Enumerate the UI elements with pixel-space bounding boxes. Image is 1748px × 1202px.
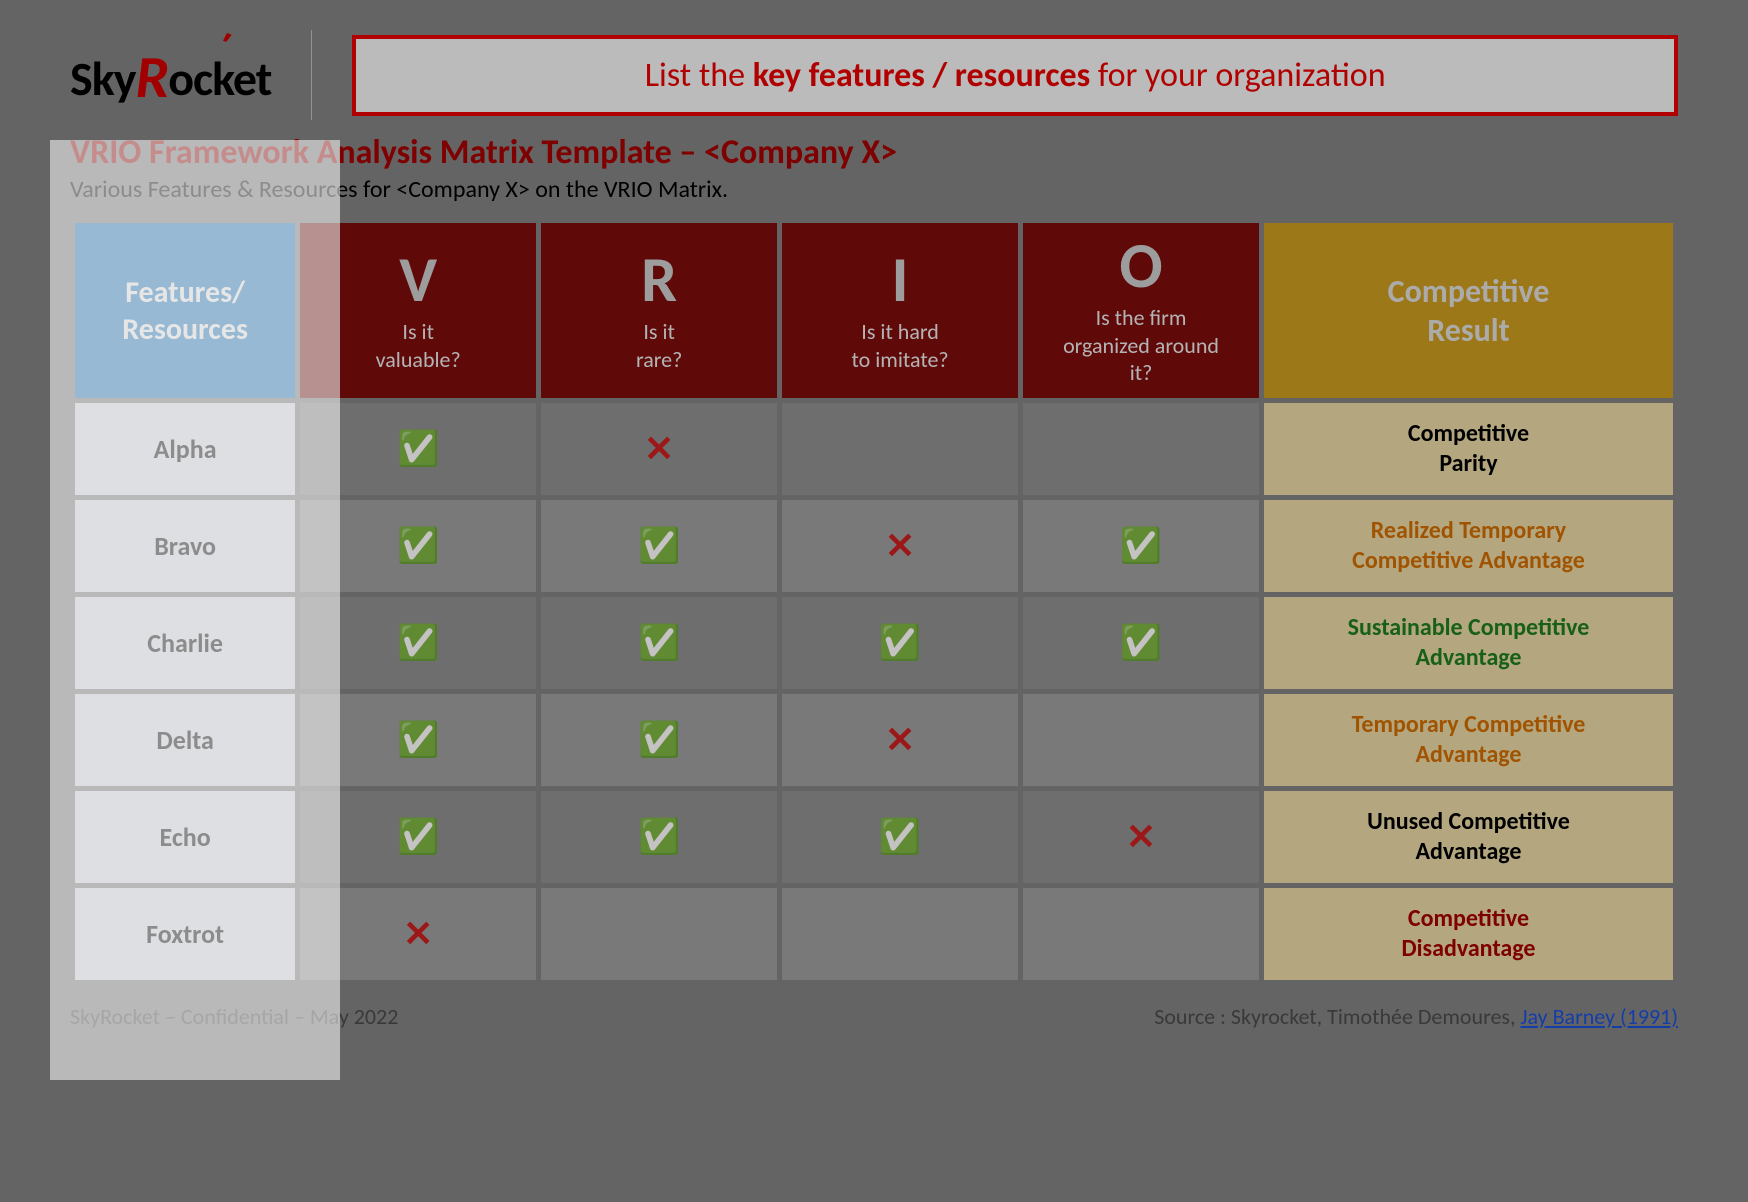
- col-i-letter: I: [790, 248, 1010, 312]
- check-icon: ✅: [1120, 623, 1162, 664]
- col-o-letter: O: [1031, 234, 1251, 298]
- vrio-table: Features/ Resources V Is it valuable? R Is…: [70, 218, 1678, 985]
- check-icon: ✅: [638, 526, 680, 567]
- check-icon: ✅: [397, 623, 439, 664]
- cell-v: ✅: [300, 597, 536, 689]
- check-icon: ✅: [879, 623, 921, 664]
- cell-r: [541, 888, 777, 980]
- cell-i: ✕: [782, 500, 1018, 592]
- col-v-letter: V: [308, 248, 528, 312]
- check-icon: ✅: [879, 817, 921, 858]
- cell-r: ✅: [541, 597, 777, 689]
- cell-i: ✕: [782, 694, 1018, 786]
- footer-source-link[interactable]: Jay Barney (1991): [1521, 1003, 1679, 1030]
- row-label: Delta: [75, 694, 295, 786]
- cell-r: ✕: [541, 403, 777, 495]
- col-v: V Is it valuable?: [300, 223, 536, 398]
- check-icon: ✅: [397, 817, 439, 858]
- cell-result: Temporary Competitive Advantage: [1264, 694, 1673, 786]
- table-header-row: Features/ Resources V Is it valuable? R Is…: [75, 223, 1673, 398]
- cross-icon: ✕: [885, 718, 915, 762]
- brand-r: R: [135, 41, 168, 114]
- cell-result: Competitive Parity: [1264, 403, 1673, 495]
- col-result: Competitive Result: [1264, 223, 1673, 398]
- cell-result: Competitive Disadvantage: [1264, 888, 1673, 980]
- check-icon: ✅: [397, 429, 439, 470]
- table-row: Delta ✅ ✅ ✕ Temporary Competitive Advantage: [75, 694, 1673, 786]
- footer-right: Source : Skyrocket, Timothée Demoures, J…: [1154, 1003, 1678, 1030]
- table-row: Echo ✅ ✅ ✅ ✕ Unused Competitive Advantage: [75, 791, 1673, 883]
- instruction-callout: List the key features / resources for yo…: [352, 35, 1678, 116]
- col-v-question: Is it valuable?: [376, 318, 461, 373]
- callout-suffix: for your organization: [1090, 55, 1385, 96]
- col-r-letter: R: [549, 248, 769, 312]
- brand-logo: ′ SkyRocket: [70, 39, 271, 112]
- cell-v: ✅: [300, 694, 536, 786]
- table-row: Bravo ✅ ✅ ✕ ✅ Realized Temporary Competitive …: [75, 500, 1673, 592]
- cell-o: [1023, 403, 1259, 495]
- divider: [311, 30, 312, 120]
- check-icon: ✅: [638, 623, 680, 664]
- cross-icon: ✕: [1126, 815, 1156, 859]
- check-icon: ✅: [638, 720, 680, 761]
- cell-v: ✅: [300, 791, 536, 883]
- col-result-label: Competitive Result: [1388, 272, 1550, 350]
- table-row: Foxtrot ✕ Competitive Disadvantage: [75, 888, 1673, 980]
- cell-v: ✅: [300, 403, 536, 495]
- row-label: Charlie: [75, 597, 295, 689]
- row-label: Bravo: [75, 500, 295, 592]
- cross-icon: ✕: [644, 427, 674, 471]
- cell-r: ✅: [541, 500, 777, 592]
- cell-i: ✅: [782, 791, 1018, 883]
- titles: VRIO Framework Analysis Matrix Template …: [70, 132, 1678, 204]
- col-o-question: Is the firm organized around it?: [1063, 304, 1219, 386]
- footer: SkyRocket – Confidential – May 2022 Sour…: [70, 1003, 1678, 1030]
- table-row: Alpha ✅ ✕ Competitive Parity: [75, 403, 1673, 495]
- cell-o: ✅: [1023, 597, 1259, 689]
- cross-icon: ✕: [403, 912, 433, 956]
- col-o: OIs the firm organized around it?: [1023, 223, 1259, 398]
- cell-v: ✕: [300, 888, 536, 980]
- cell-result: Sustainable Competitive Advantage: [1264, 597, 1673, 689]
- page-subtitle: Various Features & Resources for <Compan…: [70, 175, 1678, 204]
- slide: ′ SkyRocket List the key features / reso…: [0, 0, 1748, 1202]
- footer-left: SkyRocket – Confidential – May 2022: [70, 1003, 398, 1030]
- check-icon: ✅: [397, 720, 439, 761]
- cell-result: Realized Temporary Competitive Advantage: [1264, 500, 1673, 592]
- check-icon: ✅: [638, 817, 680, 858]
- row-label: Foxtrot: [75, 888, 295, 980]
- callout-prefix: List the: [645, 55, 753, 96]
- topbar: ′ SkyRocket List the key features / reso…: [70, 30, 1678, 120]
- check-icon: ✅: [397, 526, 439, 567]
- cell-o: [1023, 694, 1259, 786]
- cross-icon: ✕: [885, 524, 915, 568]
- cell-o: ✅: [1023, 500, 1259, 592]
- col-features: Features/ Resources: [75, 223, 295, 398]
- brand-sky: Sky: [70, 49, 135, 108]
- table-row: Charlie ✅ ✅ ✅ ✅ Sustainable Competitive Advan…: [75, 597, 1673, 689]
- row-label: Alpha: [75, 403, 295, 495]
- page-title: VRIO Framework Analysis Matrix Template …: [70, 132, 1678, 173]
- col-i-question: Is it hard to imitate?: [852, 318, 949, 373]
- cell-result: Unused Competitive Advantage: [1264, 791, 1673, 883]
- col-features-label: Features/ Resources: [122, 274, 248, 348]
- cell-i: [782, 888, 1018, 980]
- footer-source-prefix: Source : Skyrocket, Timothée Demoures,: [1154, 1003, 1520, 1030]
- cell-v: ✅: [300, 500, 536, 592]
- cell-i: [782, 403, 1018, 495]
- table-body: Alpha ✅ ✕ Competitive Parity Bravo ✅ ✅ ✕ ✅ Realiz…: [75, 403, 1673, 980]
- col-i: I Is it hard to imitate?: [782, 223, 1018, 398]
- col-r-question: Is it rare?: [636, 318, 682, 373]
- row-label: Echo: [75, 791, 295, 883]
- col-r: R Is it rare?: [541, 223, 777, 398]
- cell-i: ✅: [782, 597, 1018, 689]
- check-icon: ✅: [1120, 526, 1162, 567]
- cell-r: ✅: [541, 694, 777, 786]
- cell-o: [1023, 888, 1259, 980]
- cell-r: ✅: [541, 791, 777, 883]
- callout-bold: key features / resources: [753, 55, 1091, 96]
- cell-o: ✕: [1023, 791, 1259, 883]
